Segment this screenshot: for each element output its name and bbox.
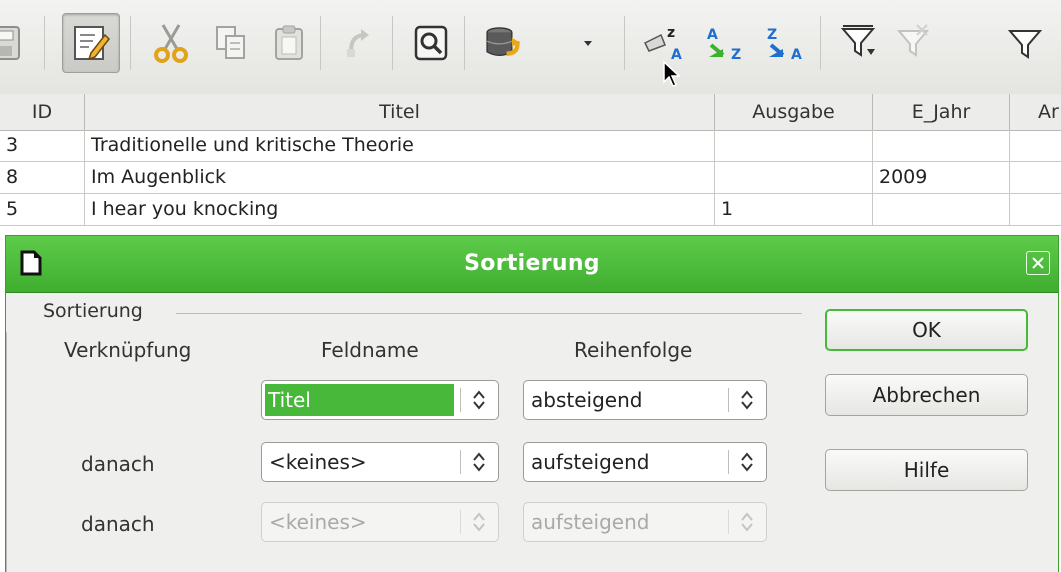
column-label-link: Verknüpfung <box>64 338 192 362</box>
dialog-titlebar[interactable]: Sortierung <box>6 236 1058 293</box>
sort-key-1-field-select[interactable]: Titel <box>261 380 499 420</box>
cell-ar[interactable] <box>1010 162 1061 193</box>
sort-key-2-field-select[interactable]: <keines> <box>261 442 499 482</box>
column-header-titel[interactable]: Titel <box>85 94 715 130</box>
sort-key-3-order-select: aufsteigend <box>523 502 767 542</box>
updown-arrows-icon[interactable] <box>728 381 766 419</box>
grid-header: ID Titel Ausgabe E_Jahr Ar <box>0 94 1061 131</box>
sort-key-1-order-select[interactable]: absteigend <box>523 380 767 420</box>
combo-value: aufsteigend <box>531 450 650 474</box>
undo-icon[interactable] <box>336 20 382 66</box>
sort-ascending-icon[interactable]: AZ <box>700 20 746 66</box>
close-icon <box>1032 257 1044 269</box>
table-row[interactable]: 3 Traditionelle und kritische Theorie <box>0 130 1061 162</box>
updown-arrows-icon[interactable] <box>460 381 498 419</box>
column-label-field: Feldname <box>321 338 419 362</box>
copy-icon[interactable] <box>208 20 254 66</box>
data-source-icon[interactable] <box>480 20 526 66</box>
cell-e-jahr[interactable] <box>873 130 1010 161</box>
toolbar: zA AZ ZA <box>0 0 1061 95</box>
combo-value: aufsteigend <box>531 510 650 534</box>
cell-ar[interactable] <box>1010 194 1061 225</box>
standard-filter-icon[interactable] <box>1006 20 1061 66</box>
sort-key-2-order-select[interactable]: aufsteigend <box>523 442 767 482</box>
cancel-button[interactable]: Abbrechen <box>825 374 1028 416</box>
table-row[interactable]: 8 Im Augenblick 2009 <box>0 162 1061 194</box>
column-header-id[interactable]: ID <box>0 94 85 130</box>
column-header-ar[interactable]: Ar <box>1010 94 1061 130</box>
cell-ausgabe[interactable]: 1 <box>715 194 873 225</box>
edit-mode-icon[interactable] <box>62 13 120 73</box>
mouse-cursor-icon <box>662 60 682 92</box>
cell-ar[interactable] <box>1010 130 1061 161</box>
sort-descending-icon[interactable]: ZA <box>760 20 806 66</box>
svg-text:A: A <box>707 27 718 43</box>
combo-value: <keines> <box>269 510 367 534</box>
autofilter-icon[interactable] <box>836 20 882 66</box>
apply-filter-icon[interactable] <box>892 20 938 66</box>
cell-ausgabe[interactable] <box>715 130 873 161</box>
cell-id[interactable]: 8 <box>0 162 85 193</box>
group-label: Sortierung <box>43 300 143 322</box>
dialog-title: Sortierung <box>464 251 600 276</box>
cell-id[interactable]: 3 <box>0 130 85 161</box>
cell-e-jahr[interactable]: 2009 <box>873 162 1010 193</box>
combo-value: absteigend <box>531 388 643 412</box>
updown-arrows-icon[interactable] <box>460 443 498 481</box>
find-record-icon[interactable] <box>408 20 454 66</box>
combo-value: <keines> <box>269 450 367 474</box>
ok-button[interactable]: OK <box>825 309 1028 351</box>
svg-text:Z: Z <box>731 47 741 63</box>
table-row[interactable]: 5 I hear you knocking 1 <box>0 194 1061 226</box>
cell-titel[interactable]: Im Augenblick <box>85 162 715 193</box>
cell-titel[interactable]: Traditionelle und kritische Theorie <box>85 130 715 161</box>
group-border <box>6 332 7 572</box>
cell-id[interactable]: 5 <box>0 194 85 225</box>
combo-value: Titel <box>265 384 454 416</box>
paste-icon[interactable] <box>266 20 312 66</box>
svg-text:Z: Z <box>767 27 777 43</box>
svg-text:A: A <box>791 47 802 63</box>
updown-arrows-icon[interactable] <box>728 443 766 481</box>
updown-arrows-icon <box>460 503 498 541</box>
sort-key-2-label: danach <box>81 452 155 476</box>
column-label-order: Reihenfolge <box>574 338 693 362</box>
svg-text:z: z <box>667 25 675 41</box>
close-button[interactable] <box>1026 251 1050 275</box>
cell-e-jahr[interactable] <box>873 194 1010 225</box>
help-button[interactable]: Hilfe <box>825 449 1028 491</box>
sort-dialog: Sortierung Sortierung Verknüpfung Feldna… <box>5 235 1059 572</box>
save-icon[interactable] <box>0 20 28 66</box>
cut-icon[interactable] <box>148 20 194 66</box>
sort-key-3-label: danach <box>81 512 155 536</box>
updown-arrows-icon <box>728 503 766 541</box>
cell-ausgabe[interactable] <box>715 162 873 193</box>
sort-key-3-field-select: <keines> <box>261 502 499 542</box>
group-separator <box>176 313 802 314</box>
cell-titel[interactable]: I hear you knocking <box>85 194 715 225</box>
dropdown-arrow-icon[interactable] <box>578 20 598 66</box>
column-header-ausgabe[interactable]: Ausgabe <box>715 94 873 130</box>
column-header-e-jahr[interactable]: E_Jahr <box>873 94 1010 130</box>
